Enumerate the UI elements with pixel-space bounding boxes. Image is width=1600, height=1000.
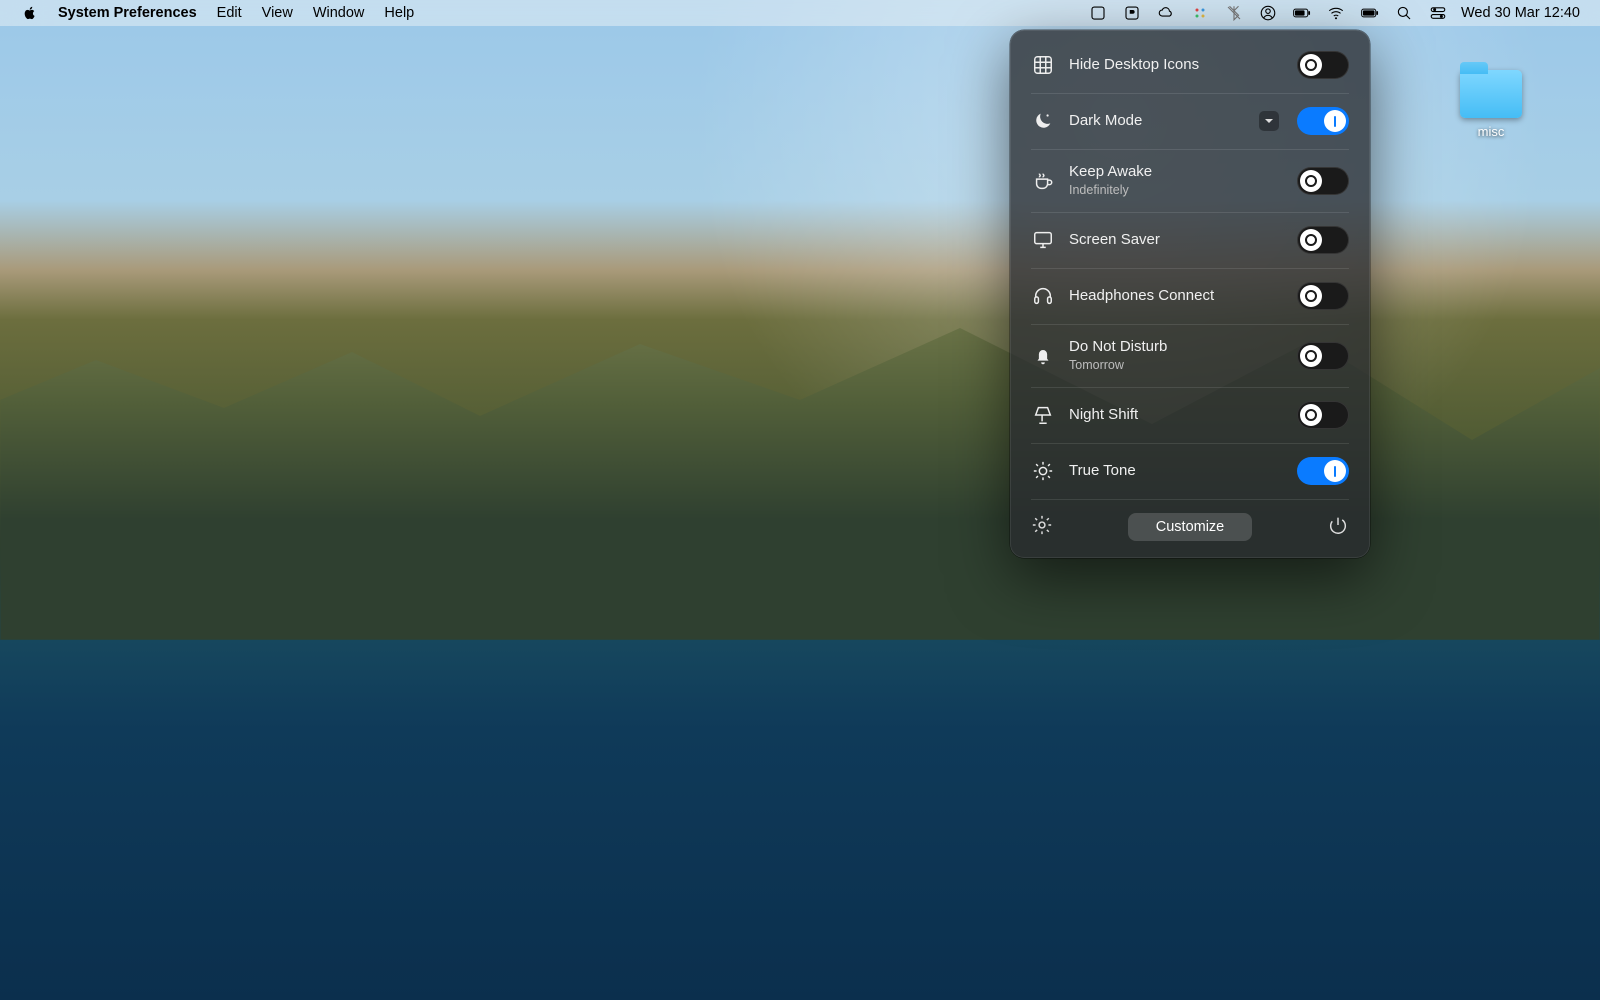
row-headphones-connect: Headphones Connect — [1011, 268, 1369, 324]
row-label: Screen Saver — [1069, 231, 1283, 249]
menu-view[interactable]: View — [252, 0, 303, 26]
toggle-keep-awake[interactable] — [1297, 167, 1349, 195]
toggle-true-tone[interactable] — [1297, 457, 1349, 485]
row-sublabel: Indefinitely — [1069, 183, 1283, 198]
menubar-extra-app-1[interactable] — [1081, 0, 1115, 26]
user-icon — [1259, 4, 1277, 22]
row-label: True Tone — [1069, 462, 1283, 480]
apple-menu[interactable] — [12, 0, 48, 26]
square-app-icon — [1089, 4, 1107, 22]
sun-icon — [1031, 459, 1055, 483]
cloud-app-icon — [1157, 4, 1175, 22]
menubar-extra-app-2[interactable] — [1115, 0, 1149, 26]
row-label: Headphones Connect — [1069, 287, 1283, 305]
power-icon — [1327, 514, 1349, 536]
p-app-icon — [1123, 4, 1141, 22]
bluetooth-off-icon — [1225, 4, 1243, 22]
row-night-shift: Night Shift — [1011, 387, 1369, 443]
settings-button[interactable] — [1031, 514, 1053, 540]
menu-help[interactable]: Help — [374, 0, 424, 26]
apple-icon — [22, 5, 38, 21]
chevron-down-icon — [1263, 115, 1275, 127]
menubar-battery-1[interactable] — [1285, 0, 1319, 26]
gear-icon — [1031, 514, 1053, 536]
row-screen-saver: Screen Saver — [1011, 212, 1369, 268]
wifi-icon — [1327, 4, 1345, 22]
row-keep-awake: Keep Awake Indefinitely — [1011, 149, 1369, 212]
menubar-clock[interactable]: Wed 30 Mar 12:40 — [1455, 0, 1588, 26]
monitor-icon — [1031, 228, 1055, 252]
desktop-folder-misc[interactable]: misc — [1452, 70, 1530, 139]
menubar-search[interactable] — [1387, 0, 1421, 26]
folder-icon — [1460, 70, 1522, 118]
row-label: Hide Desktop Icons — [1069, 56, 1283, 74]
toggle-hide-desktop-icons[interactable] — [1297, 51, 1349, 79]
battery-full-icon — [1361, 4, 1379, 22]
menubar-battery-2[interactable] — [1353, 0, 1387, 26]
dark-mode-options[interactable] — [1259, 111, 1279, 131]
row-hide-desktop-icons: Hide Desktop Icons — [1011, 37, 1369, 93]
panel-footer: Customize — [1011, 499, 1369, 557]
row-label: Dark Mode — [1069, 112, 1245, 130]
row-true-tone: True Tone — [1011, 443, 1369, 499]
coffee-icon — [1031, 169, 1055, 193]
folder-label: misc — [1452, 124, 1530, 139]
toggle-screen-saver[interactable] — [1297, 226, 1349, 254]
dots-app-icon — [1191, 4, 1209, 22]
menu-edit[interactable]: Edit — [207, 0, 252, 26]
customize-button[interactable]: Customize — [1128, 513, 1253, 541]
toggle-headphones-connect[interactable] — [1297, 282, 1349, 310]
battery-icon — [1293, 4, 1311, 22]
bell-icon — [1031, 344, 1055, 368]
toggle-night-shift[interactable] — [1297, 401, 1349, 429]
row-sublabel: Tomorrow — [1069, 358, 1283, 373]
row-label: Night Shift — [1069, 406, 1283, 424]
moon-icon — [1031, 109, 1055, 133]
lamp-icon — [1031, 403, 1055, 427]
search-icon — [1395, 4, 1413, 22]
menubar-bluetooth[interactable] — [1217, 0, 1251, 26]
menu-window[interactable]: Window — [303, 0, 375, 26]
headphones-icon — [1031, 284, 1055, 308]
menu-bar: System Preferences Edit View Window Help… — [0, 0, 1600, 26]
row-do-not-disturb: Do Not Disturb Tomorrow — [1011, 324, 1369, 387]
control-center-icon — [1429, 4, 1447, 22]
menubar-user[interactable] — [1251, 0, 1285, 26]
row-dark-mode: Dark Mode — [1011, 93, 1369, 149]
toggle-do-not-disturb[interactable] — [1297, 342, 1349, 370]
menubar-extra-app-3[interactable] — [1149, 0, 1183, 26]
toggle-dark-mode[interactable] — [1297, 107, 1349, 135]
row-label: Do Not Disturb — [1069, 338, 1283, 356]
row-label: Keep Awake — [1069, 163, 1283, 181]
one-switch-panel: Hide Desktop Icons Dark Mode Keep Awake … — [1010, 30, 1370, 558]
menubar-control-center[interactable] — [1421, 0, 1455, 26]
menu-app-name[interactable]: System Preferences — [48, 0, 207, 26]
grid-icon — [1031, 53, 1055, 77]
menubar-wifi[interactable] — [1319, 0, 1353, 26]
menubar-extra-app-4[interactable] — [1183, 0, 1217, 26]
power-button[interactable] — [1327, 514, 1349, 540]
